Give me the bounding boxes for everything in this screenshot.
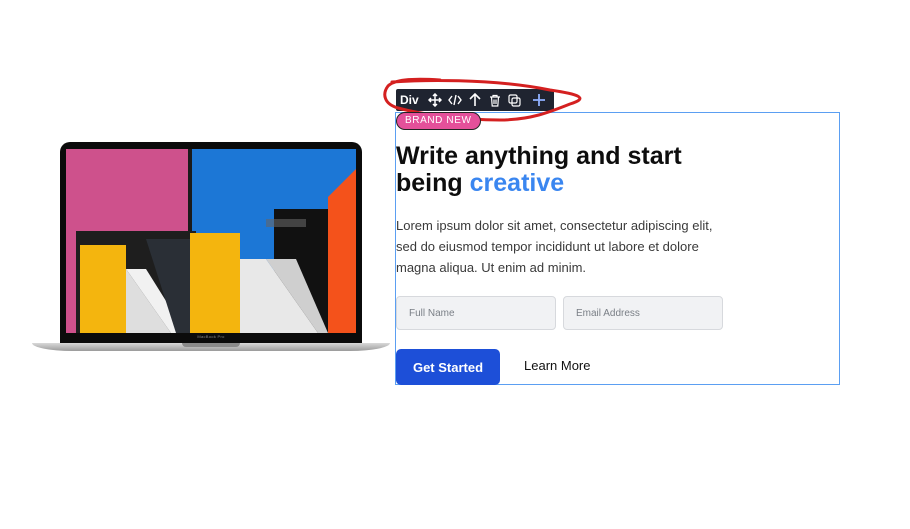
hero-headline: Write anything and start being creative [396,143,736,197]
arrow-up-icon[interactable] [465,89,485,111]
code-icon[interactable] [445,89,465,111]
laptop-notch [182,343,240,347]
laptop-brand-text: MacBook Pro [197,334,225,339]
laptop-screen-image [66,149,356,333]
plus-icon[interactable] [529,89,549,111]
email-address-input[interactable] [563,296,723,330]
get-started-button[interactable]: Get Started [396,349,500,385]
full-name-input[interactable] [396,296,556,330]
hero-description: Lorem ipsum dolor sit amet, consectetur … [396,218,713,275]
headline-accent: creative [469,169,565,197]
brand-new-badge: BRAND NEW [396,112,481,130]
move-icon[interactable] [425,89,445,111]
learn-more-link[interactable]: Learn More [524,358,590,373]
element-toolbar: Div [396,89,554,111]
duplicate-icon[interactable] [505,89,525,111]
laptop-mockup: MacBook Pro [32,142,390,354]
trash-icon[interactable] [485,89,505,111]
laptop-lid [60,142,362,345]
element-type-label: Div [400,93,419,107]
